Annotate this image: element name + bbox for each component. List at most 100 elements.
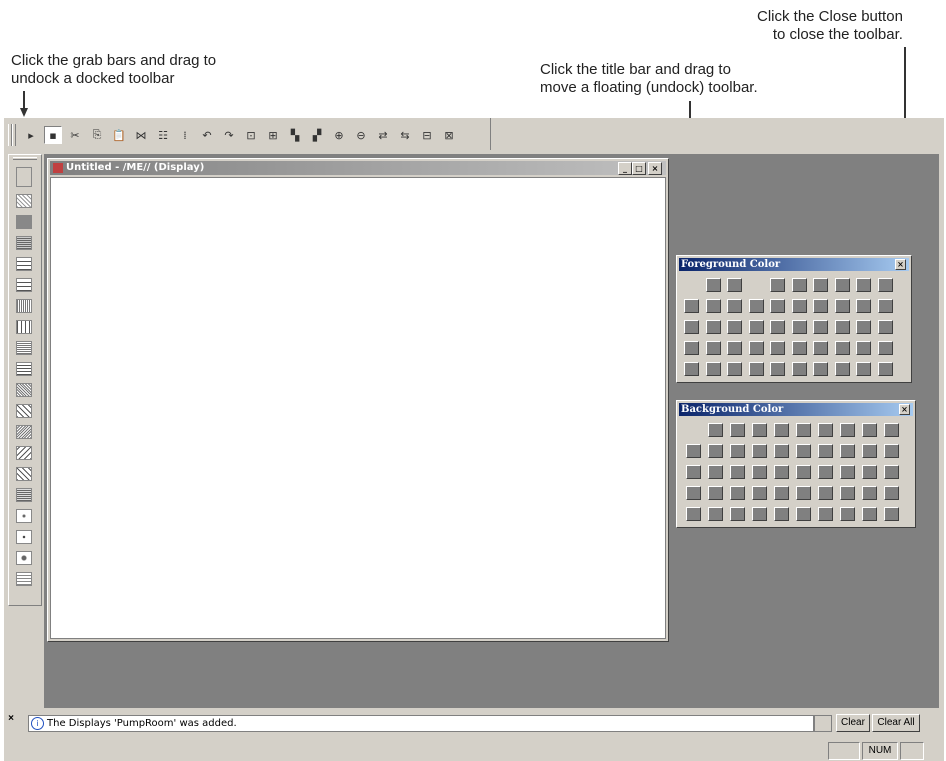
foreground-color-swatch[interactable]: [705, 341, 721, 355]
foreground-color-swatch[interactable]: [770, 320, 785, 334]
background-color-swatch[interactable]: [796, 486, 811, 500]
foreground-color-swatch[interactable]: [813, 362, 828, 376]
foreground-color-title-bar[interactable]: Foreground Color ×: [679, 258, 909, 271]
foreground-color-swatch[interactable]: [791, 278, 807, 292]
foreground-color-swatch[interactable]: [705, 362, 721, 376]
background-color-swatch[interactable]: [840, 486, 855, 500]
foreground-color-swatch[interactable]: [727, 341, 742, 355]
foreground-color-swatch[interactable]: [684, 299, 699, 313]
pattern-button-11[interactable]: [16, 404, 32, 418]
background-color-swatch[interactable]: [818, 486, 833, 500]
foreground-color-swatch[interactable]: [770, 278, 785, 292]
background-color-swatch[interactable]: [774, 465, 789, 479]
background-color-swatch[interactable]: [840, 507, 855, 521]
background-color-swatch[interactable]: [840, 423, 855, 437]
background-color-swatch[interactable]: [774, 507, 789, 521]
foreground-color-swatch[interactable]: [834, 341, 850, 355]
background-color-swatch[interactable]: [774, 423, 789, 437]
foreground-color-swatch[interactable]: [684, 362, 699, 376]
background-color-swatch[interactable]: [752, 465, 767, 479]
pattern-button-19[interactable]: [16, 572, 32, 586]
toolbar-icon-12[interactable]: ▚: [286, 126, 304, 144]
foreground-color-swatch[interactable]: [856, 341, 871, 355]
toolbar-icon-16[interactable]: ⇄: [374, 126, 392, 144]
foreground-color-swatch[interactable]: [856, 278, 871, 292]
foreground-color-swatch[interactable]: [877, 362, 893, 376]
pattern-button-1[interactable]: [16, 194, 32, 208]
foreground-color-swatch[interactable]: [748, 299, 764, 313]
background-color-swatch[interactable]: [730, 423, 745, 437]
background-color-swatch[interactable]: [730, 486, 745, 500]
pattern-button-18[interactable]: [16, 551, 32, 565]
background-color-swatch[interactable]: [884, 444, 899, 458]
foreground-color-swatch[interactable]: [791, 362, 807, 376]
foreground-color-swatch[interactable]: [856, 299, 871, 313]
display-window-title-bar[interactable]: Untitled - /ME// (Display) _ □ ×: [50, 161, 666, 175]
pattern-button-0[interactable]: [16, 167, 32, 187]
background-color-swatch[interactable]: [796, 423, 811, 437]
toolbar-icon-3[interactable]: ⎘: [88, 126, 106, 144]
background-color-swatch[interactable]: [884, 486, 899, 500]
toolbar-icon-9[interactable]: ↷: [220, 126, 238, 144]
pattern-button-12[interactable]: [16, 425, 32, 439]
pattern-button-14[interactable]: [16, 467, 32, 481]
foreground-color-swatch[interactable]: [834, 278, 850, 292]
pattern-button-4[interactable]: [16, 257, 32, 271]
foreground-color-swatch[interactable]: [813, 341, 828, 355]
background-color-swatch[interactable]: [686, 486, 701, 500]
background-color-swatch[interactable]: [708, 444, 723, 458]
background-color-swatch[interactable]: [730, 507, 745, 521]
message-list[interactable]: i The Displays 'PumpRoom' was added.: [28, 715, 814, 732]
close-button[interactable]: ×: [648, 162, 662, 175]
foreground-color-swatch[interactable]: [684, 341, 699, 355]
foreground-color-swatch[interactable]: [877, 299, 893, 313]
pattern-toolbar-grab-bar[interactable]: [13, 157, 37, 160]
foreground-color-swatch[interactable]: [856, 320, 871, 334]
pattern-button-13[interactable]: [16, 446, 32, 460]
toolbar-icon-5[interactable]: ⋈: [132, 126, 150, 144]
pattern-button-10[interactable]: [16, 383, 32, 397]
foreground-color-swatch[interactable]: [727, 320, 742, 334]
background-color-swatch[interactable]: [884, 423, 899, 437]
foreground-color-swatch[interactable]: [748, 341, 764, 355]
pattern-button-15[interactable]: [16, 488, 32, 502]
toolbar-icon-10[interactable]: ⊡: [242, 126, 260, 144]
foreground-color-swatch[interactable]: [727, 299, 742, 313]
background-color-swatch[interactable]: [686, 507, 701, 521]
foreground-color-swatch[interactable]: [877, 320, 893, 334]
pattern-button-3[interactable]: [16, 236, 32, 250]
background-color-swatch[interactable]: [862, 507, 877, 521]
toolbar-icon-11[interactable]: ⊞: [264, 126, 282, 144]
background-color-swatch[interactable]: [730, 465, 745, 479]
toolbar-icon-6[interactable]: ☷: [154, 126, 172, 144]
foreground-color-swatch[interactable]: [727, 278, 742, 292]
minimize-button[interactable]: _: [618, 162, 632, 175]
clear-all-button[interactable]: Clear All: [872, 714, 920, 732]
foreground-color-swatch[interactable]: [856, 362, 871, 376]
foreground-color-swatch[interactable]: [770, 362, 785, 376]
background-color-swatch[interactable]: [796, 465, 811, 479]
foreground-color-swatch[interactable]: [877, 278, 893, 292]
foreground-color-swatch[interactable]: [705, 320, 721, 334]
background-color-swatch[interactable]: [818, 444, 833, 458]
clear-button[interactable]: Clear: [836, 714, 870, 732]
toolbar-icon-1[interactable]: ▪: [44, 126, 62, 144]
pattern-button-17[interactable]: [16, 530, 32, 544]
background-color-swatch[interactable]: [686, 444, 701, 458]
maximize-button[interactable]: □: [632, 162, 646, 175]
toolbar-icon-15[interactable]: ⊖: [352, 126, 370, 144]
foreground-color-swatch[interactable]: [770, 341, 785, 355]
toolbar-icon-18[interactable]: ⊟: [418, 126, 436, 144]
toolbar-icon-0[interactable]: ▸: [22, 126, 40, 144]
background-color-swatch[interactable]: [796, 444, 811, 458]
background-color-swatch[interactable]: [708, 423, 723, 437]
message-bar-close-icon[interactable]: ×: [6, 714, 16, 724]
display-canvas[interactable]: [50, 177, 666, 639]
toolbar-icon-17[interactable]: ⇆: [396, 126, 414, 144]
background-color-swatch[interactable]: [840, 465, 855, 479]
background-color-swatch[interactable]: [862, 465, 877, 479]
foreground-color-swatch[interactable]: [748, 362, 764, 376]
foreground-color-swatch[interactable]: [705, 278, 721, 292]
foreground-color-swatch[interactable]: [834, 320, 850, 334]
foreground-color-swatch[interactable]: [813, 278, 828, 292]
